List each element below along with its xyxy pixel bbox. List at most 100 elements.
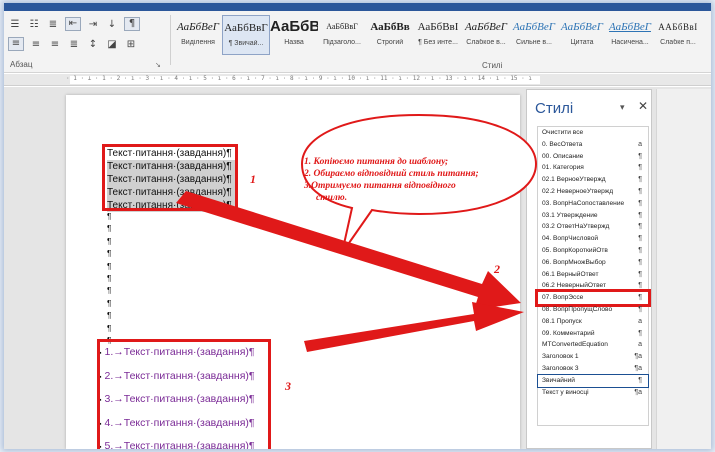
ruler[interactable]: · 1 · ⊥ · 1 · 2 · ı · 3 · ı · 4 · ı · 5 … — [4, 74, 711, 86]
style-list-item[interactable]: 06.1 ВерныйОтвет ¶ — [538, 269, 648, 281]
style-list-item[interactable]: Текст у виносці ¶a — [538, 387, 648, 399]
style-list-item[interactable]: 09. Комментарий ¶ — [538, 328, 648, 340]
style-list-item[interactable]: 04. ВопрЧисловой ¶ — [538, 233, 648, 245]
style-list-item[interactable]: 01. Категория ¶ — [538, 162, 648, 174]
borders-icon[interactable]: ⊞ — [124, 39, 138, 50]
style-list-item[interactable]: 06. ВопрМножВыбор ¶ — [538, 257, 648, 269]
style-list-item[interactable]: 06.2 НеверныйОтвет ¶ — [538, 280, 648, 292]
line-spacing-icon[interactable]: ↕ — [86, 39, 100, 50]
empty-paragraph-mark: ¶ — [107, 249, 112, 259]
style-list-item-label: 06. ВопрМножВыбор — [542, 258, 606, 266]
style-list-item[interactable]: 03.2 ОтветНаУтвержд ¶ — [538, 221, 648, 233]
decrease-indent-icon[interactable]: ⇤ — [65, 17, 81, 31]
style-gallery-item[interactable]: АаБбВеГ Сильне в... — [510, 15, 558, 55]
style-list-item-label: 06.2 НеверныйОтвет — [542, 282, 606, 290]
pilcrow-toggle-icon[interactable]: ¶ — [124, 17, 140, 31]
callout-text: 1. Копіюємо питання до шаблону; 2. Обира… — [304, 156, 554, 204]
highlight-box-3 — [97, 339, 271, 449]
style-list-item[interactable]: Заголовок 1 ¶a — [538, 351, 648, 363]
style-gallery-item[interactable]: АаБбВ Назва — [270, 15, 318, 55]
empty-paragraphs: ¶ ¶ ¶ ¶ ¶ ¶ ¶ ¶ ¶ ¶ ¶ — [107, 211, 117, 347]
style-name: Строгий — [376, 39, 404, 46]
empty-paragraph-mark: ¶ — [107, 273, 112, 283]
style-list-item-label: Очистити все — [542, 129, 584, 136]
empty-paragraph-mark: ¶ — [107, 298, 112, 308]
close-icon[interactable]: ✕ — [638, 99, 648, 113]
style-sample: АаБбВ — [270, 18, 318, 35]
empty-paragraph-mark: ¶ — [107, 212, 112, 221]
style-list-item[interactable]: 05. ВопрКороткийОтв ¶ — [538, 245, 648, 257]
align-right-icon[interactable]: ≡ — [48, 39, 62, 50]
empty-paragraph-mark: ¶ — [107, 236, 112, 246]
style-gallery-item[interactable]: АаБбВвГ Підзаголо... — [318, 15, 366, 55]
style-list-item[interactable]: 0. ВесОтвета a — [538, 139, 648, 151]
style-gallery-item[interactable]: АаБбВеГ Цитата — [558, 15, 606, 55]
style-sample: АаБбВв — [370, 21, 410, 33]
chevron-down-icon[interactable]: ▾ — [620, 102, 625, 113]
style-list-item[interactable]: 07. ВопрЭссе ¶ — [535, 289, 651, 307]
align-left-icon[interactable]: ≡ — [8, 37, 24, 51]
empty-paragraph-mark: ¶ — [107, 311, 112, 321]
style-name: Цитата — [570, 39, 594, 46]
screenshot-frame: ☰ ☷ ≣ ⇤ ⇥ ↓ ¶ ≡ ≡ ≡ ≣ ↕ ◪ ⊞ Абзац ↘ АаБб… — [0, 0, 715, 452]
style-list-item[interactable]: 03. ВопрНаСопоставление ¶ — [538, 198, 648, 210]
style-list-item-label: Заголовок 3 — [542, 364, 579, 372]
bullets-icon[interactable]: ☰ — [8, 19, 22, 30]
document-page[interactable]: Текст·питання·(завдання)¶ Текст·питання·(… — [66, 95, 520, 449]
style-gallery-item[interactable]: ААБбВвІ Слабке п... — [654, 15, 702, 55]
style-list-item[interactable]: 00. Описание ¶ — [538, 151, 648, 163]
style-list-item-label: 03.1 Утверждение — [542, 211, 598, 219]
style-type-icon: ¶ — [638, 258, 642, 266]
style-list-item[interactable]: 08.1 Пропуск a — [538, 316, 648, 328]
style-list-item[interactable]: 08. ВопрПропущСлово ¶ — [538, 304, 648, 316]
justify-icon[interactable]: ≣ — [67, 39, 81, 50]
increase-indent-icon[interactable]: ⇥ — [86, 19, 100, 30]
style-type-icon: ¶ — [638, 187, 642, 195]
style-list-item-label: Заголовок 1 — [542, 353, 579, 361]
style-list-item[interactable]: Звичайний ¶ — [537, 373, 649, 388]
style-type-icon: ¶a — [634, 388, 642, 396]
style-list-item[interactable]: Очистити все — [538, 127, 648, 139]
style-gallery-item[interactable]: ААБСиль — [702, 15, 711, 55]
style-list-item[interactable]: 03.1 Утверждение ¶ — [538, 210, 648, 222]
style-name: Силь — [702, 39, 711, 46]
paragraph-tools-row-2: ≡ ≡ ≡ ≣ ↕ ◪ ⊞ — [8, 35, 168, 53]
style-type-icon: ¶ — [638, 211, 642, 219]
sort-icon[interactable]: ↓ — [105, 19, 119, 30]
title-bar-strip — [4, 3, 711, 11]
empty-paragraph-mark: ¶ — [107, 261, 112, 271]
numbering-icon[interactable]: ☷ — [27, 19, 41, 30]
style-type-icon: ¶ — [638, 176, 642, 184]
style-gallery-item[interactable]: АаБбВеГ Насичена... — [606, 15, 654, 55]
highlight-box-1 — [102, 144, 238, 211]
callout-line: 3.Отримуємо питання відповідного — [304, 181, 456, 191]
shading-icon[interactable]: ◪ — [105, 39, 119, 50]
style-list-item[interactable]: 02.1 ВерноеУтвержд ¶ — [538, 174, 648, 186]
style-sample: АаБбВвГ — [326, 22, 358, 31]
style-name: Слабке п... — [660, 39, 696, 46]
style-list-item[interactable]: Заголовок 3 ¶a — [538, 363, 648, 375]
style-sample: АаБбВвГ — [224, 22, 268, 34]
style-gallery-item[interactable]: АаБбВвГ ¶ Звичай... — [222, 15, 270, 55]
style-sample: АаБбВеГ — [177, 21, 219, 33]
style-gallery-item[interactable]: АаБбВв Строгий — [366, 15, 414, 55]
style-list-item-label: 08. ВопрПропущСлово — [542, 305, 613, 313]
style-gallery-item[interactable]: АаБбВвI ¶ Без инте... — [414, 15, 462, 55]
style-gallery-item[interactable]: АаБбВеГ Виділення — [174, 15, 222, 55]
ruler-ticks: · 1 · ⊥ · 1 · 2 · ı · 3 · ı · 4 · ı · 5 … — [66, 75, 536, 82]
annotation-number-3: 3 — [285, 379, 291, 393]
style-type-icon: ¶ — [638, 246, 642, 254]
empty-paragraph-mark: ¶ — [107, 224, 112, 234]
ribbon: ☰ ☷ ≣ ⇤ ⇥ ↓ ¶ ≡ ≡ ≡ ≣ ↕ ◪ ⊞ Абзац ↘ АаБб… — [4, 11, 711, 73]
style-name: ¶ Звичай... — [228, 40, 264, 47]
style-list-item-label: 0. ВесОтвета — [542, 140, 583, 148]
multilevel-list-icon[interactable]: ≣ — [46, 19, 60, 30]
annotation-number-1: 1 — [250, 172, 256, 186]
dialog-launcher-icon[interactable]: ↘ — [155, 61, 161, 69]
align-center-icon[interactable]: ≡ — [29, 39, 43, 50]
style-gallery-item[interactable]: АаБбВеГ Слабкое в... — [462, 15, 510, 55]
style-list-item[interactable]: 02.2 НеверноеУтвержд ¶ — [538, 186, 648, 198]
style-name: Назва — [284, 39, 304, 46]
style-list-item[interactable]: MTConvertedEquation a — [538, 339, 648, 351]
style-type-icon: a — [638, 341, 642, 349]
